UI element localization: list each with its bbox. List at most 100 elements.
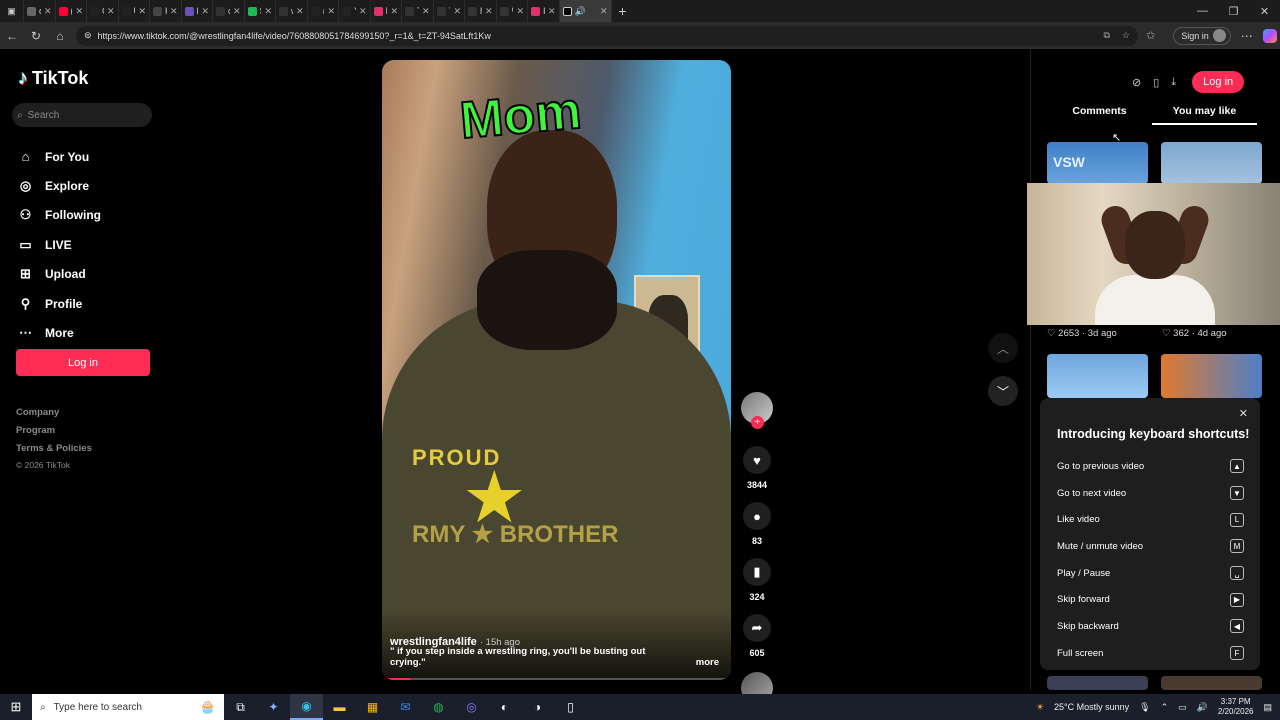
browser-tab[interactable]: Insta✕ bbox=[371, 0, 402, 22]
sidebar-item-more[interactable]: ⋯ More bbox=[18, 318, 101, 347]
browser-tab[interactable]: Ultim✕ bbox=[119, 0, 150, 22]
app-available-icon[interactable]: ⧉ bbox=[1103, 30, 1109, 41]
browser-tab[interactable]: Yana'✕ bbox=[339, 0, 371, 22]
tab-close-icon[interactable]: ✕ bbox=[138, 6, 146, 17]
favorite-star-icon[interactable]: ☆ bbox=[1122, 30, 1130, 41]
new-tab-button[interactable]: + bbox=[612, 3, 634, 19]
tiktok-logo[interactable]: ♪ TikTok bbox=[18, 67, 88, 90]
recommended-video-thumb-6[interactable] bbox=[1161, 676, 1262, 690]
tab-close-icon[interactable]: ✕ bbox=[296, 6, 304, 17]
signin-button[interactable]: Sign in bbox=[1173, 26, 1231, 45]
browser-tab[interactable]: dean✕ bbox=[24, 0, 56, 22]
download-icon[interactable]: ⤓ bbox=[1171, 76, 1176, 89]
picture-in-picture-video[interactable] bbox=[1027, 183, 1280, 325]
header-login-button[interactable]: Log in bbox=[1192, 71, 1245, 93]
notepad-icon[interactable]: ▯ bbox=[554, 694, 587, 720]
heart-icon[interactable]: ♥ bbox=[743, 446, 771, 474]
tab-close-icon[interactable]: ✕ bbox=[327, 6, 335, 17]
browser-tab[interactable]: Insta✕ bbox=[528, 0, 560, 22]
copilot-taskbar-icon[interactable]: ✦ bbox=[257, 694, 290, 720]
save-action[interactable]: ▮ 324 bbox=[740, 558, 774, 602]
footer-link-company[interactable]: Company bbox=[16, 404, 92, 422]
audio-playing-icon[interactable]: 🔊 bbox=[575, 6, 597, 17]
video-progress-bar[interactable] bbox=[382, 678, 731, 680]
device-icon[interactable]: ▯ bbox=[1153, 76, 1159, 89]
notifications-icon[interactable]: ▤ bbox=[1263, 702, 1272, 713]
browser-tab[interactable]: Tappe✕ bbox=[434, 0, 465, 22]
discord-icon[interactable]: ◎ bbox=[455, 694, 488, 720]
browser-tab[interactable]: Tappe✕ bbox=[402, 0, 434, 22]
previous-video-button[interactable]: ︿ bbox=[988, 333, 1018, 363]
tab-actions-button[interactable]: ▣ bbox=[0, 0, 24, 22]
volume-icon[interactable]: 🔊 bbox=[1197, 702, 1208, 713]
site-info-icon[interactable]: ⊜ bbox=[84, 30, 92, 41]
tab-close-icon[interactable]: ✕ bbox=[485, 6, 493, 17]
reload-icon[interactable]: ↻ bbox=[24, 29, 48, 43]
microphone-icon[interactable]: 🎙 bbox=[1139, 702, 1150, 713]
share-icon[interactable]: ➦ bbox=[743, 614, 771, 642]
minimize-icon[interactable]: — bbox=[1187, 5, 1218, 18]
browser-tab[interactable]: cuwk✕ bbox=[213, 0, 245, 22]
tab-close-icon[interactable]: ✕ bbox=[233, 6, 241, 17]
tab-close-icon[interactable]: ✕ bbox=[170, 6, 178, 17]
tab-close-icon[interactable]: ✕ bbox=[75, 6, 83, 17]
browser-tab[interactable]: Home✕ bbox=[150, 0, 182, 22]
recommended-video-thumb-4[interactable] bbox=[1161, 354, 1262, 398]
video-player[interactable]: PROUD ★ RMY ★ BROTHER Mom wrestlingfan4l… bbox=[382, 60, 731, 680]
back-icon[interactable]: ← bbox=[0, 29, 24, 43]
sidebar-item-following[interactable]: ⚇ Following bbox=[18, 201, 101, 230]
browser-tab[interactable]: Los✕ bbox=[182, 0, 213, 22]
obs-icon[interactable]: ◐ bbox=[488, 694, 521, 720]
store-icon[interactable]: ▦ bbox=[356, 694, 389, 720]
sidebar-item-for-you[interactable]: ⌂ For You bbox=[18, 142, 101, 171]
sidebar-item-upload[interactable]: ⊞ Upload bbox=[18, 260, 101, 289]
tab-close-icon[interactable]: ✕ bbox=[422, 6, 430, 17]
recommended-video-thumb-5[interactable] bbox=[1047, 676, 1148, 690]
favorites-icon[interactable]: ✩ bbox=[1146, 29, 1155, 42]
recommended-video-thumb-1[interactable]: VSW bbox=[1047, 142, 1148, 184]
home-button-icon[interactable]: ⌂ bbox=[48, 29, 72, 43]
restore-icon[interactable]: ❐ bbox=[1218, 5, 1249, 18]
task-view-icon[interactable]: ⧉ bbox=[224, 694, 257, 720]
recommended-video-thumb-3[interactable] bbox=[1047, 354, 1148, 398]
browser-tab[interactable]: waD✕ bbox=[276, 0, 308, 22]
url-field[interactable]: ⊜ https://www.tiktok.com/@wrestlingfan4l… bbox=[76, 25, 1138, 46]
browser-tab[interactable]: Wost✕ bbox=[497, 0, 528, 22]
file-explorer-icon[interactable]: ▬ bbox=[323, 694, 356, 720]
hidden-icons-icon[interactable]: ⌃ bbox=[1161, 702, 1169, 713]
footer-link-terms[interactable]: Terms & Policies bbox=[16, 440, 92, 458]
footer-link-program[interactable]: Program bbox=[16, 422, 92, 440]
browser-tab[interactable]: holot✕ bbox=[465, 0, 497, 22]
tab-you-may-like[interactable]: You may like bbox=[1152, 105, 1257, 125]
tab-close-icon[interactable]: ✕ bbox=[107, 6, 115, 17]
tab-close-icon[interactable]: ✕ bbox=[201, 6, 209, 17]
close-icon[interactable]: ✕ bbox=[1239, 407, 1248, 420]
comment-action[interactable]: ● 83 bbox=[740, 502, 774, 546]
browser-tab[interactable]: Celeb✕ bbox=[87, 0, 119, 22]
tab-close-icon[interactable]: ✕ bbox=[390, 6, 398, 17]
browser-menu-icon[interactable]: ⋯ bbox=[1241, 29, 1253, 43]
sidebar-login-button[interactable]: Log in bbox=[16, 349, 150, 376]
next-video-button[interactable]: ﹀ bbox=[988, 376, 1018, 406]
sidebar-item-profile[interactable]: ⚲ Profile bbox=[18, 289, 101, 318]
recommended-video-thumb-2[interactable] bbox=[1161, 142, 1262, 184]
browser-tab[interactable]: (62) P✕ bbox=[56, 0, 87, 22]
share-action[interactable]: ➦ 605 bbox=[740, 614, 774, 658]
like-action[interactable]: ♥ 3844 bbox=[740, 446, 774, 490]
tab-close-icon[interactable]: ✕ bbox=[548, 6, 556, 17]
browser-tab[interactable]: #nba✕ bbox=[308, 0, 339, 22]
bookmark-icon[interactable]: ▮ bbox=[743, 558, 771, 586]
windows-start-icon[interactable]: ⊞ bbox=[0, 699, 32, 715]
taskbar-search-input[interactable]: ⌕ Type here to search 🧁 bbox=[32, 694, 224, 720]
browser-tab-active[interactable]: 🔊 ✕ bbox=[559, 0, 612, 22]
caption-more-button[interactable]: more bbox=[696, 657, 719, 668]
taskbar-clock[interactable]: 3:37 PM 2/20/2026 bbox=[1218, 697, 1254, 717]
network-icon[interactable]: ▭ bbox=[1178, 702, 1187, 713]
weather-text[interactable]: 25°C Mostly sunny bbox=[1054, 702, 1129, 712]
sidebar-item-live[interactable]: ▭ LIVE bbox=[18, 230, 101, 259]
browser-tab[interactable]: Strea✕ bbox=[245, 0, 276, 22]
sidebar-item-explore[interactable]: ◎ Explore bbox=[18, 171, 101, 200]
tab-comments[interactable]: Comments bbox=[1047, 105, 1152, 125]
tab-close-icon[interactable]: ✕ bbox=[359, 6, 367, 17]
tab-close-icon[interactable]: ✕ bbox=[44, 6, 52, 17]
